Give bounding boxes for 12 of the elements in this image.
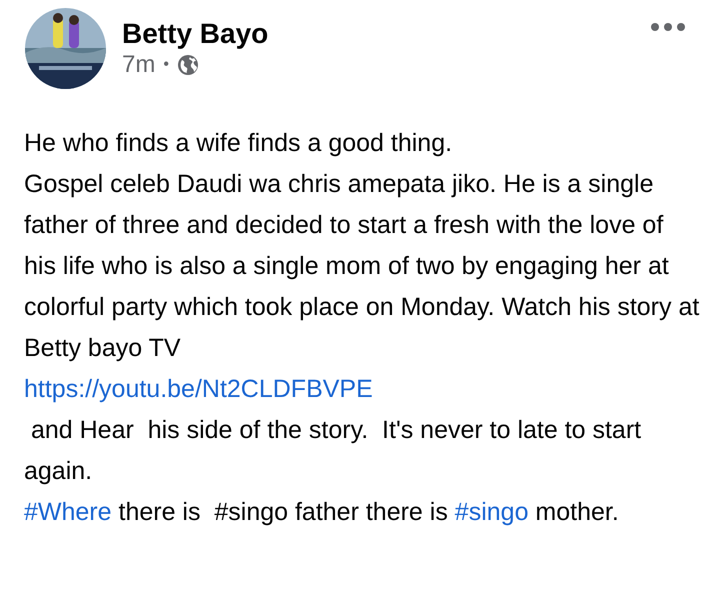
hashtag-link[interactable]: #singo xyxy=(454,498,528,526)
post-text: He who finds a wife finds a good thing. xyxy=(24,128,454,159)
separator: • xyxy=(163,55,169,75)
post-text: and Hear his side of the story. It's never to late to start again. xyxy=(24,415,642,487)
post-time[interactable]: 7m xyxy=(122,50,156,80)
video-link[interactable]: https://youtu.be/Nt2CLDFBVPE xyxy=(24,375,373,403)
more-options-icon[interactable] xyxy=(650,22,686,32)
post-text: #Where there is #singo father there is #singo mother. xyxy=(24,497,620,528)
hashtag-link[interactable]: #Where xyxy=(24,498,112,526)
author-name[interactable]: Betty Bayo xyxy=(122,17,634,51)
post-text: Gospel celeb Daudi wa chris amepata jiko. He is a single father of three and decided to start a fresh with the love of his life who is also a single mom of two by engaging her at colorful party which took place on Monday. Watch his story at Betty bayo TV xyxy=(24,169,700,364)
globe-icon xyxy=(176,54,199,76)
